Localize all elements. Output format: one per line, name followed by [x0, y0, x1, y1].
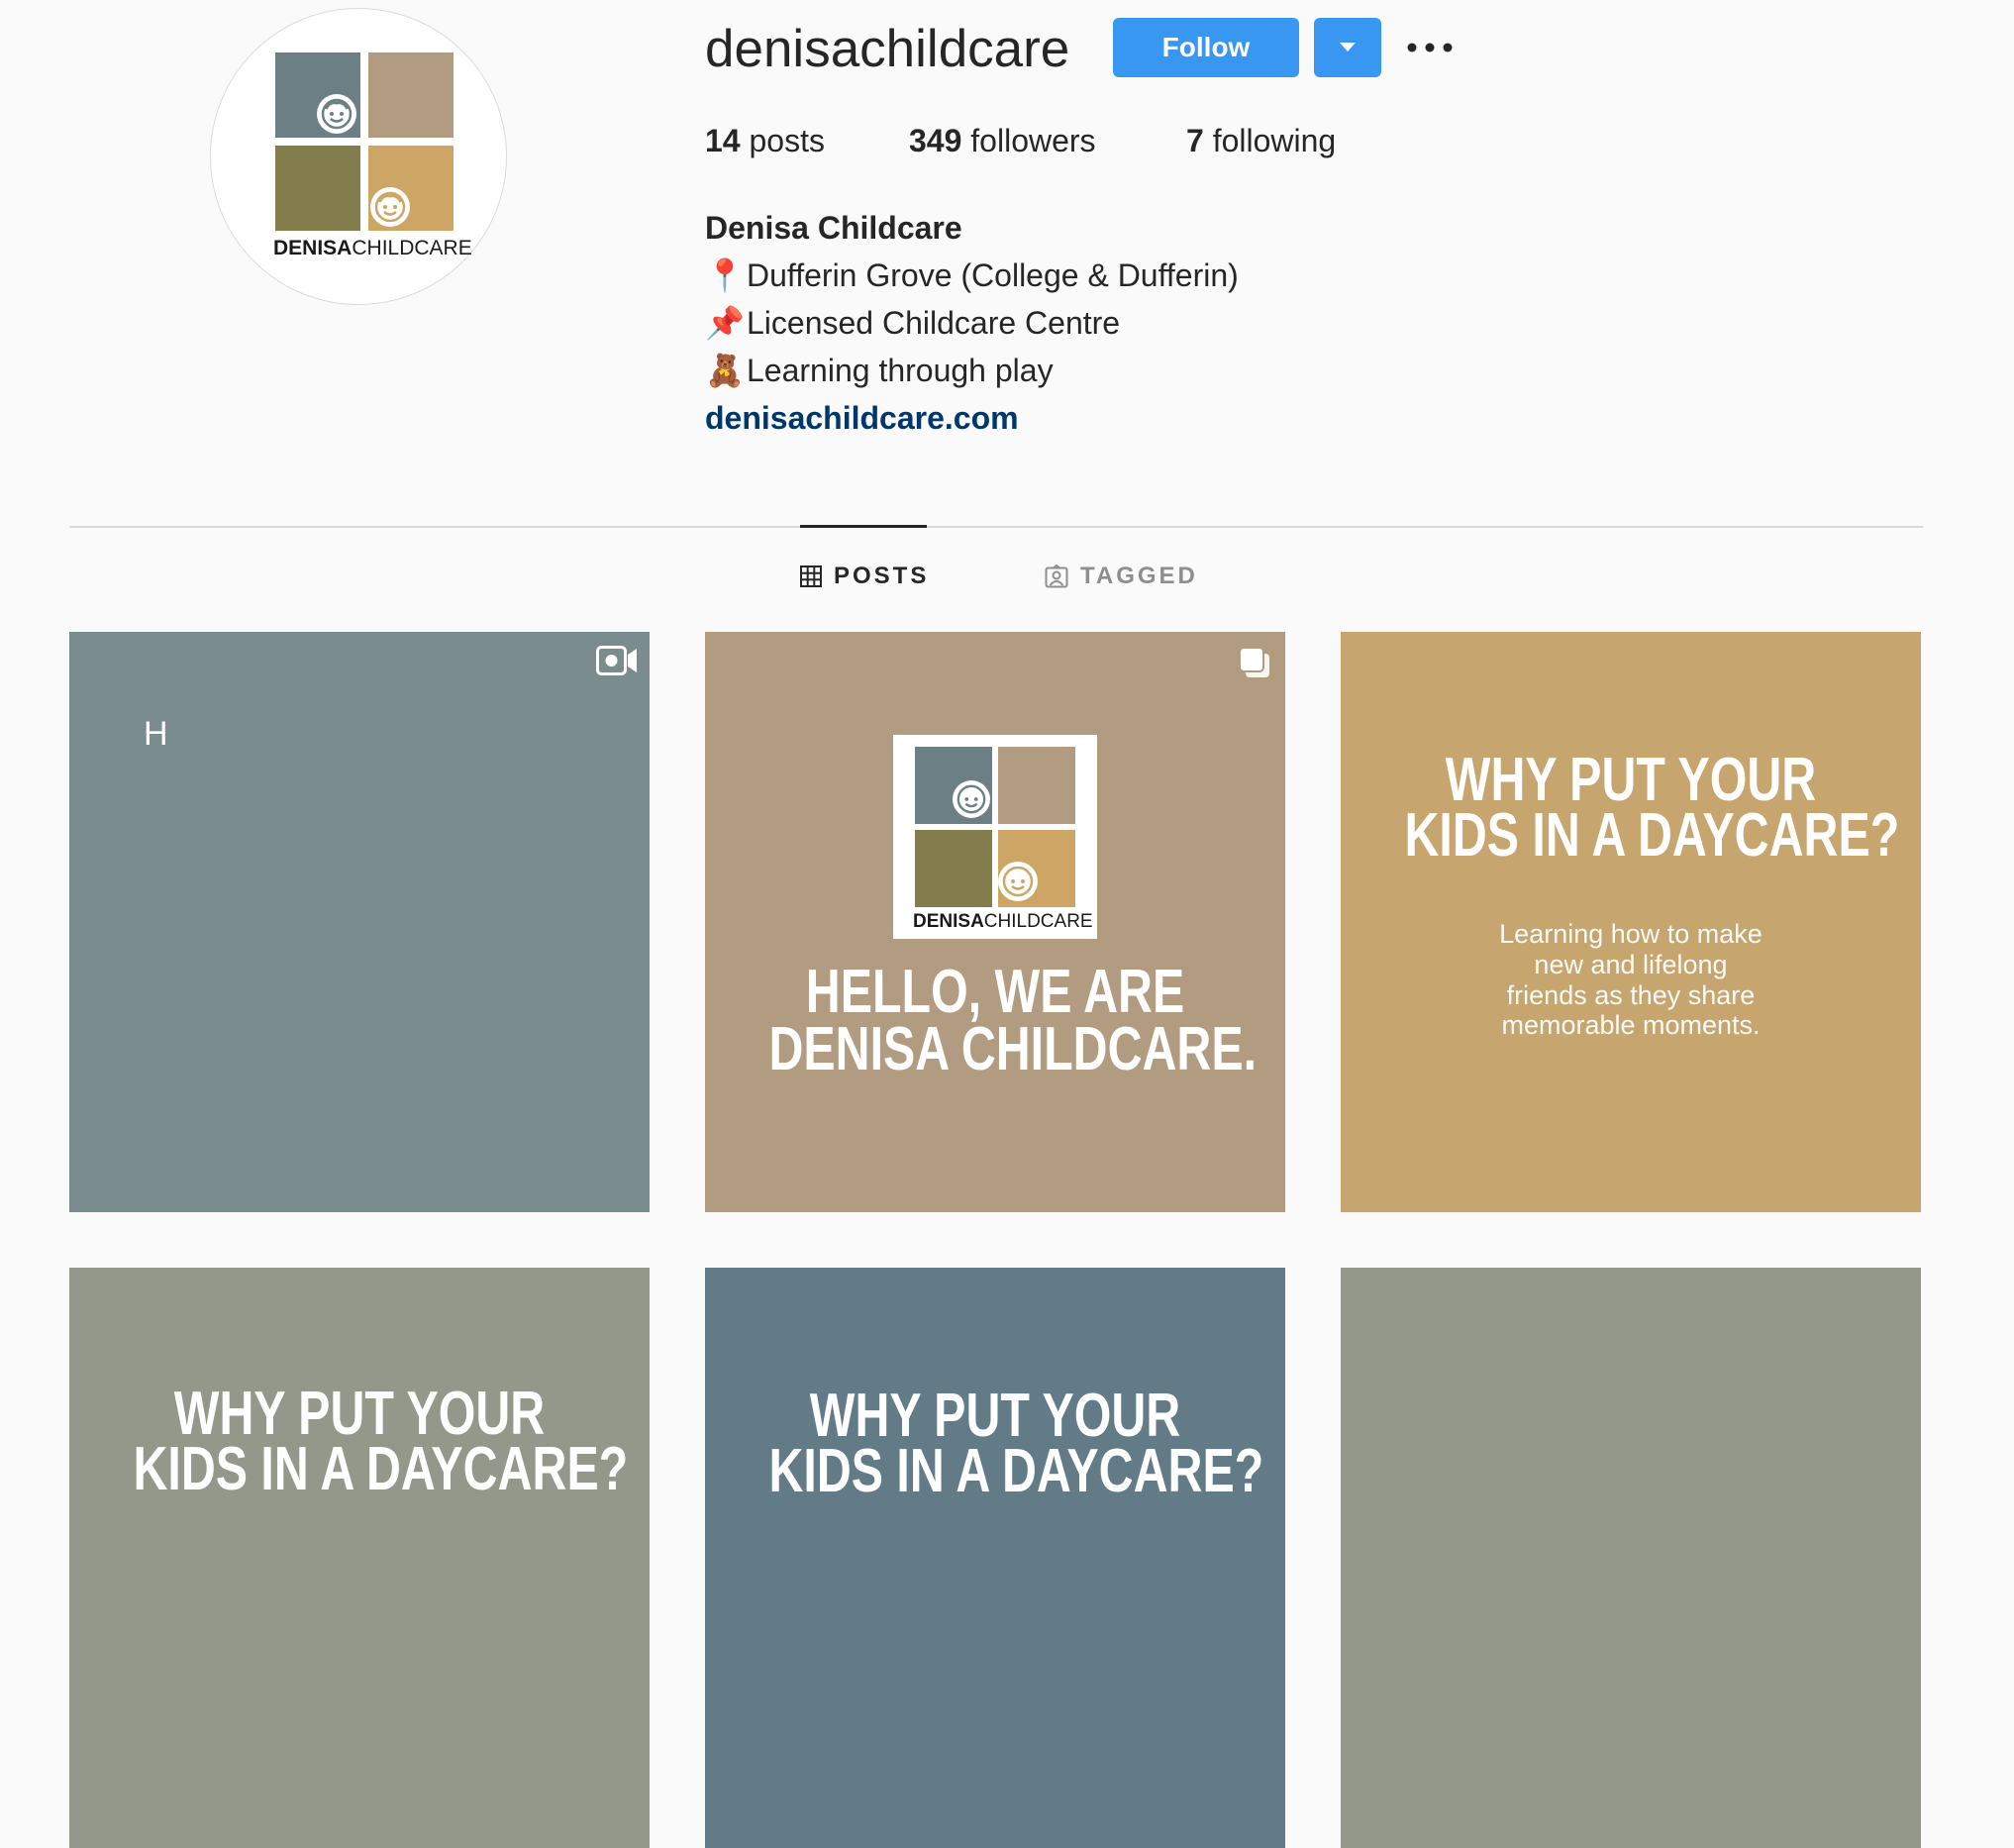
more-options-button[interactable]	[1404, 22, 1456, 73]
post-tile[interactable]: WHY PUT YOUR KIDS IN A DAYCARE?	[705, 1268, 1285, 1848]
bio-website-link[interactable]: denisachildcare.com	[705, 394, 1239, 442]
tab-tagged[interactable]: TAGGED	[1045, 563, 1198, 590]
post-subtext: new and lifelong	[1534, 950, 1728, 979]
denisa-logo: DENISACHILDCARE	[273, 52, 472, 259]
suggestions-dropdown-button[interactable]	[1314, 18, 1381, 77]
following-link[interactable]: 7 following	[1186, 123, 1336, 159]
logo-wordmark: DENISACHILDCARE	[913, 911, 1093, 932]
post-tile[interactable]: H	[69, 632, 650, 1212]
caret-down-icon	[1340, 43, 1356, 51]
tab-posts-label: POSTS	[834, 563, 930, 589]
post-subtext: memorable moments.	[1501, 1010, 1761, 1040]
tabs-divider	[69, 526, 1923, 528]
child-face-icon	[370, 187, 410, 227]
followers-link[interactable]: 349 followers	[909, 123, 1096, 159]
bio-line: 📍 Dufferin Grove (College & Dufferin)	[705, 252, 1239, 299]
video-icon	[596, 646, 637, 675]
more-dots-icon	[1407, 43, 1453, 52]
profile-username: denisachildcare	[705, 20, 1070, 78]
post-text: H	[144, 715, 168, 753]
child-face-icon	[953, 780, 990, 818]
round-pushpin-icon: 📍	[705, 257, 745, 293]
profile-avatar[interactable]: DENISACHILDCARE	[210, 8, 507, 305]
child-face-icon	[317, 94, 356, 134]
grid-icon	[800, 565, 822, 587]
pushpin-icon: 📌	[705, 305, 745, 341]
post-title-line: DENISA CHILDCARE.	[768, 1015, 1258, 1083]
teddy-bear-icon: 🧸	[705, 353, 745, 388]
profile-bio: Denisa Childcare 📍 Dufferin Grove (Colle…	[705, 204, 1239, 442]
post-tile[interactable]: WHY PUT YOUR KIDS IN A DAYCARE? Learning…	[1341, 632, 1921, 1212]
post-subtext: Learning how to make	[1499, 919, 1762, 949]
posts-count: 14 posts	[705, 123, 825, 158]
post-tile[interactable]: WHY PUT YOUR KIDS IN A DAYCARE?	[69, 1268, 650, 1848]
carousel-icon	[1239, 647, 1269, 677]
post-title-line: KIDS IN A DAYCARE?	[1404, 801, 1900, 870]
bio-line: 🧸 Learning through play	[705, 347, 1239, 394]
child-face-icon	[998, 862, 1038, 901]
bio-name: Denisa Childcare	[705, 210, 962, 246]
post-subtext: friends as they share	[1506, 980, 1756, 1010]
tab-tagged-label: TAGGED	[1080, 563, 1198, 589]
post-tile[interactable]	[1341, 1268, 1921, 1848]
post-title-line: KIDS IN A DAYCARE?	[768, 1437, 1264, 1505]
tab-posts[interactable]: POSTS	[800, 563, 929, 590]
bio-line: 📌 Licensed Childcare Centre	[705, 299, 1239, 347]
denisa-logo: DENISACHILDCARE	[893, 735, 1097, 939]
post-tile[interactable]: DENISACHILDCARE HELLO, WE ARE DENISA CHI…	[705, 632, 1285, 1212]
active-tab-indicator	[800, 525, 927, 528]
logo-wordmark: DENISACHILDCARE	[273, 237, 472, 259]
tagged-person-icon	[1045, 565, 1068, 588]
follow-button[interactable]: Follow	[1113, 18, 1299, 77]
